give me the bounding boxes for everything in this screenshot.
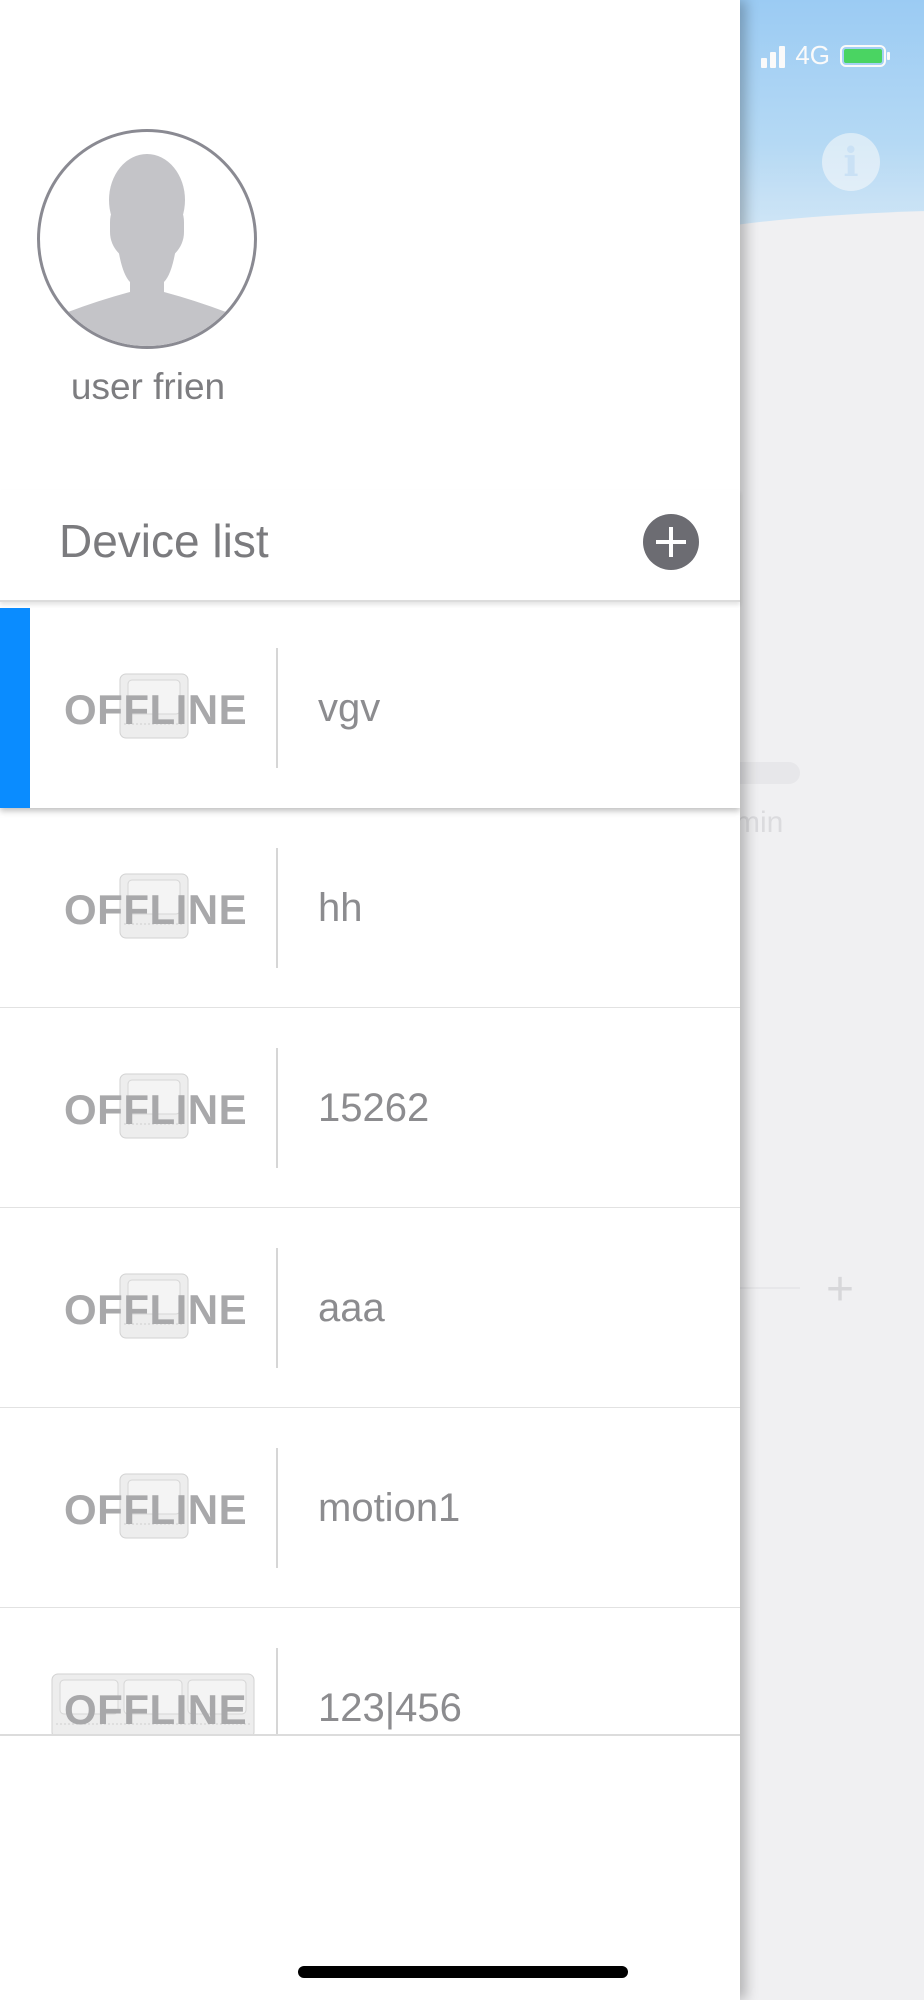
device-row-motion1[interactable]: OFFLINE motion1 (0, 1408, 740, 1608)
avatar[interactable] (37, 129, 257, 349)
device-name: aaa (318, 1286, 385, 1330)
status-label: OFFLINE (64, 686, 248, 733)
device-name: vgv (318, 686, 381, 730)
status-label: OFFLINE (64, 1486, 248, 1533)
device-row-hh[interactable]: OFFLINE hh (0, 808, 740, 1008)
device-list-header: Device list (0, 490, 740, 602)
home-indicator[interactable] (298, 1966, 628, 1978)
status-label: OFFLINE (64, 1086, 248, 1133)
username: user frien (70, 366, 226, 407)
status-label: OFFLINE (64, 1286, 248, 1333)
screen: 4G i min + user frien Device list OFFLIN… (0, 0, 924, 2000)
device-name: 123|456 (318, 1686, 462, 1730)
device-list-title: Device list (59, 515, 269, 567)
selected-indicator (0, 608, 30, 808)
device-list[interactable]: OFFLINE vgv OFFLINE hh OFFLINE 15262 OFF… (0, 608, 740, 1736)
plus-icon (656, 527, 686, 557)
device-row-aaa[interactable]: OFFLINE aaa (0, 1208, 740, 1408)
device-row-123-456[interactable]: OFFLINE 123|456 (0, 1608, 740, 1734)
device-name: hh (318, 886, 363, 930)
device-name: 15262 (318, 1086, 430, 1130)
status-label: OFFLINE (64, 1686, 248, 1733)
drawer-scrim[interactable] (740, 0, 924, 2000)
device-row-15262[interactable]: OFFLINE 15262 (0, 1008, 740, 1208)
device-name: motion1 (318, 1486, 461, 1530)
status-label: OFFLINE (64, 886, 248, 933)
add-device-button[interactable] (643, 514, 699, 570)
navigation-drawer: user frien Device list OFFLINE vgv OFFLI… (0, 0, 740, 2000)
user-silhouette-icon (40, 154, 254, 346)
device-row-vgv[interactable]: OFFLINE vgv (0, 608, 740, 808)
